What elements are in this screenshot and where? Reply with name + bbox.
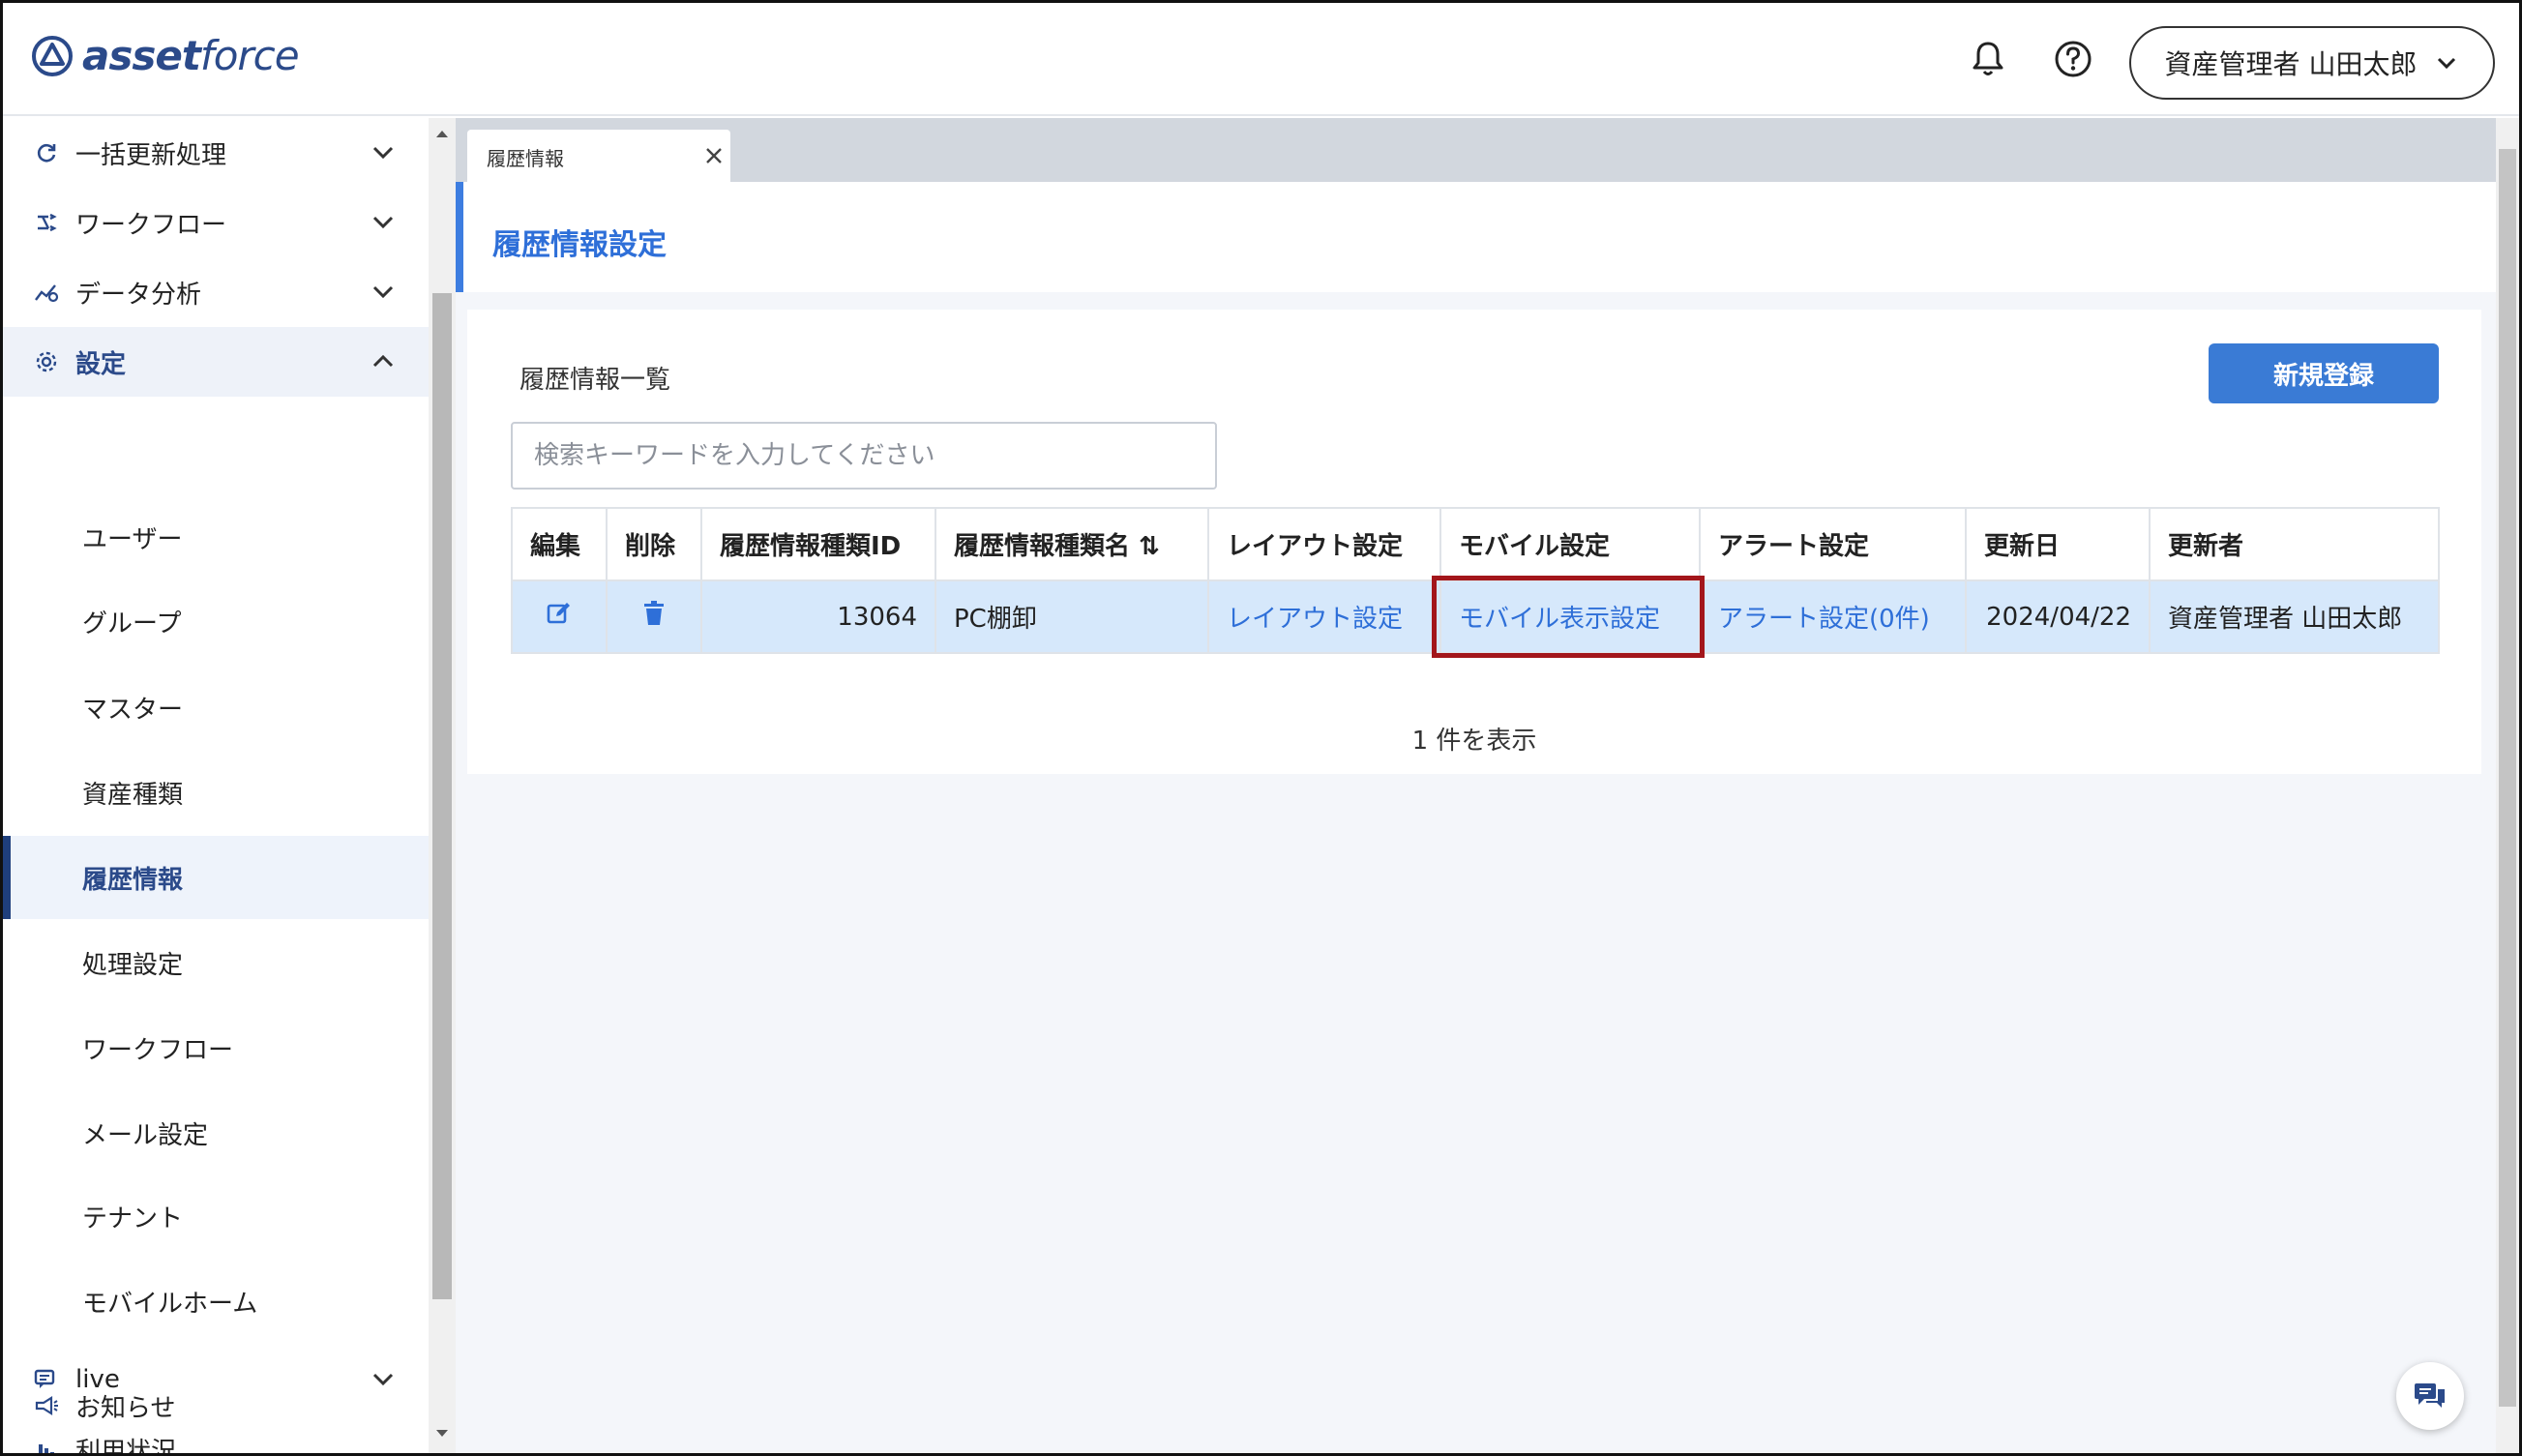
main-scrollbar[interactable] (2496, 118, 2519, 1453)
main-scrollbar-thumb[interactable] (2499, 149, 2516, 1407)
col-edit: 編集 (511, 507, 608, 581)
close-icon[interactable] (703, 145, 725, 166)
edit-icon[interactable] (546, 600, 573, 627)
sidebar-scrollbar-thumb[interactable] (432, 293, 452, 1299)
main-content: 履歴情報 履歴情報設定 履歴情報一覧 新規登録 編集 削除 履歴情報種類ID 履… (456, 118, 2496, 1453)
sidebar-item-users[interactable]: ユーザー (3, 495, 429, 579)
page-header-accent (456, 182, 463, 292)
analytics-icon (32, 278, 61, 307)
chat-icon (2415, 1383, 2445, 1408)
new-register-button[interactable]: 新規登録 (2209, 343, 2439, 403)
sort-icon[interactable]: ⇅ (1139, 532, 1160, 561)
sidebar-item-tenant[interactable]: テナント (3, 1174, 429, 1258)
chevron-down-icon (372, 146, 394, 160)
chat-button[interactable] (2396, 1362, 2464, 1430)
alert-settings-link[interactable]: アラート設定(0件) (1699, 579, 1967, 654)
table-row[interactable]: 13064 PC棚卸 レイアウト設定 モバイル表示設定 アラート設定(0件) 2… (511, 577, 2440, 659)
sidebar: 一括更新処理 ワークフロー データ分析 設定 ユーザー グループ マスター 資産… (3, 118, 429, 1453)
sidebar-item-groups[interactable]: グループ (3, 579, 429, 663)
gear-icon (32, 347, 61, 376)
sidebar-item-bulk-update[interactable]: 一括更新処理 (3, 118, 429, 188)
layout-settings-link[interactable]: レイアウト設定 (1207, 579, 1441, 654)
chevron-up-icon (372, 354, 394, 368)
list-card: 履歴情報一覧 新規登録 編集 削除 履歴情報種類ID 履歴情報種類名 ⇅ レイア… (467, 310, 2481, 774)
refresh-icon (32, 138, 61, 167)
col-updated: 更新日 (1965, 507, 2151, 581)
sidebar-item-process-settings[interactable]: 処理設定 (3, 921, 429, 1004)
mobile-display-settings-link[interactable]: モバイル表示設定 (1433, 577, 1706, 659)
delete-cell[interactable] (606, 579, 702, 654)
updater-cell: 資産管理者 山田太郎 (2149, 579, 2440, 654)
trash-icon[interactable] (642, 600, 666, 627)
sidebar-item-settings[interactable]: 設定 (3, 327, 429, 397)
scroll-up-arrow-icon[interactable] (433, 127, 451, 140)
result-count: 1 件を表示 (1411, 727, 1537, 756)
megaphone-icon (32, 1391, 61, 1420)
col-alert: アラート設定 (1699, 507, 1967, 581)
type-name-cell: PC棚卸 (935, 579, 1209, 654)
logo-icon (32, 35, 73, 76)
sidebar-item-news[interactable]: お知らせ (3, 1371, 429, 1441)
logo-text: assetforce (82, 32, 300, 79)
top-header: assetforce 資産管理者 山田太郎 (3, 3, 2519, 116)
col-updater: 更新者 (2149, 507, 2440, 581)
sidebar-item-master[interactable]: マスター (3, 666, 429, 749)
scroll-down-arrow-icon[interactable] (433, 1427, 451, 1441)
sidebar-item-workflow-settings[interactable]: ワークフロー (3, 1006, 429, 1089)
app-frame: assetforce 資産管理者 山田太郎 一括更新処理 ワークフロー データ分… (0, 0, 2522, 1456)
updated-date-cell: 2024/04/22 (1965, 579, 2151, 654)
col-delete: 削除 (606, 507, 702, 581)
bell-icon[interactable] (1967, 38, 2009, 80)
sidebar-item-asset-types[interactable]: 資産種類 (3, 751, 429, 834)
sidebar-item-mail-settings[interactable]: メール設定 (3, 1091, 429, 1174)
sidebar-item-mobile-home[interactable]: モバイルホーム (3, 1260, 429, 1343)
chevron-down-icon (2438, 57, 2456, 70)
edit-cell[interactable] (511, 579, 608, 654)
col-type-name[interactable]: 履歴情報種類名 ⇅ (935, 507, 1209, 581)
history-type-table: 編集 削除 履歴情報種類ID 履歴情報種類名 ⇅ レイアウト設定 モバイル設定 … (511, 507, 2440, 659)
col-mobile: モバイル設定 (1439, 507, 1701, 581)
help-icon[interactable] (2052, 38, 2094, 80)
tab-history-info[interactable]: 履歴情報 (467, 130, 730, 184)
col-type-id: 履歴情報種類ID (700, 507, 936, 581)
logo[interactable]: assetforce (30, 32, 300, 79)
user-menu-button[interactable]: 資産管理者 山田太郎 (2129, 26, 2495, 100)
chevron-down-icon (372, 285, 394, 299)
col-layout: レイアウト設定 (1207, 507, 1441, 581)
user-name: 資産管理者 山田太郎 (2164, 48, 2418, 80)
search-input[interactable] (511, 422, 1217, 490)
sidebar-item-data-analysis[interactable]: データ分析 (3, 257, 429, 327)
page-title: 履歴情報設定 (492, 228, 667, 262)
table-header-row: 編集 削除 履歴情報種類ID 履歴情報種類名 ⇅ レイアウト設定 モバイル設定 … (511, 507, 2440, 581)
sidebar-item-workflow[interactable]: ワークフロー (3, 188, 429, 257)
type-id-cell: 13064 (700, 579, 936, 654)
tab-bar: 履歴情報 (456, 118, 2496, 184)
card-title: 履歴情報一覧 (519, 366, 671, 395)
page-header: 履歴情報設定 (456, 182, 2496, 292)
workflow-icon (32, 208, 61, 237)
sidebar-item-history-info[interactable]: 履歴情報 (3, 836, 429, 919)
chevron-down-icon (372, 216, 394, 229)
